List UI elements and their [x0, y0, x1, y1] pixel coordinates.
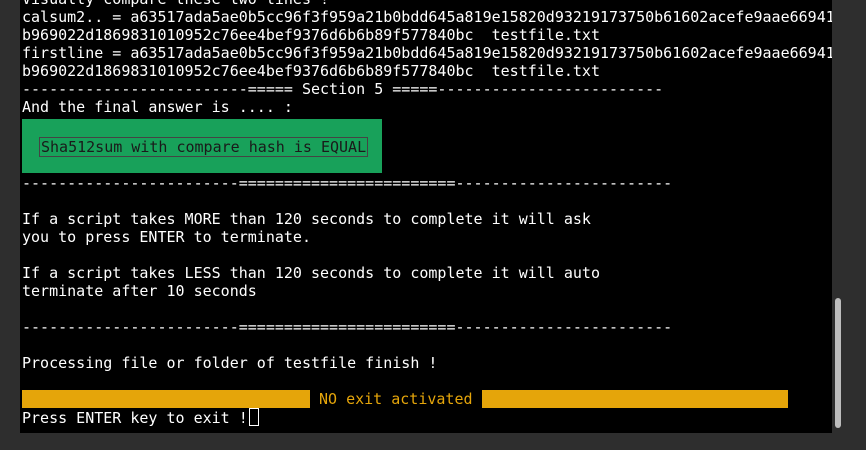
- status-bar-left: [22, 390, 310, 408]
- status-banner: NO exit activated: [22, 390, 832, 408]
- section-divider: ------------------------================…: [22, 318, 673, 336]
- terminal-line: terminate after 10 seconds: [22, 282, 257, 300]
- terminal-window: Visually compare these two lines ! calsu…: [0, 0, 866, 450]
- terminal-output[interactable]: Visually compare these two lines ! calsu…: [20, 0, 832, 433]
- result-box: Sha512sum with compare hash is EQUAL: [22, 119, 382, 173]
- terminal-line: b969022d1869831010952c76ee4bef9376d6b6b8…: [22, 62, 600, 80]
- section-divider: -------------------------===== Section 5…: [22, 80, 664, 98]
- terminal-line: If a script takes MORE than 120 seconds …: [22, 210, 591, 228]
- window-edge: [846, 0, 866, 450]
- terminal-line: Visually compare these two lines !: [22, 0, 832, 8]
- terminal-line: If a script takes LESS than 120 seconds …: [22, 264, 600, 282]
- terminal-line: And the final answer is .... :: [22, 98, 293, 116]
- section-divider: ------------------------================…: [22, 174, 673, 192]
- terminal-line: firstline = a63517ada5ae0b5cc96f3f959a21…: [22, 44, 832, 62]
- terminal-content: Visually compare these two lines ! calsu…: [22, 0, 832, 427]
- prompt-line: Press ENTER key to exit !: [22, 408, 832, 427]
- status-bar-right: [481, 390, 788, 408]
- terminal-line: Processing file or folder of testfile fi…: [22, 354, 438, 372]
- text-cursor[interactable]: [248, 408, 259, 426]
- terminal-line: calsum2.. = a63517ada5ae0b5cc96f3f959a21…: [22, 8, 832, 26]
- result-message: Sha512sum with compare hash is EQUAL: [39, 137, 369, 157]
- terminal-line: b969022d1869831010952c76ee4bef9376d6b6b8…: [22, 26, 600, 44]
- terminal-line: you to press ENTER to terminate.: [22, 228, 311, 246]
- status-text: NO exit activated: [319, 390, 473, 408]
- scrollbar-thumb[interactable]: [835, 298, 841, 428]
- exit-prompt: Press ENTER key to exit !: [22, 409, 248, 427]
- vertical-scrollbar[interactable]: [832, 0, 846, 433]
